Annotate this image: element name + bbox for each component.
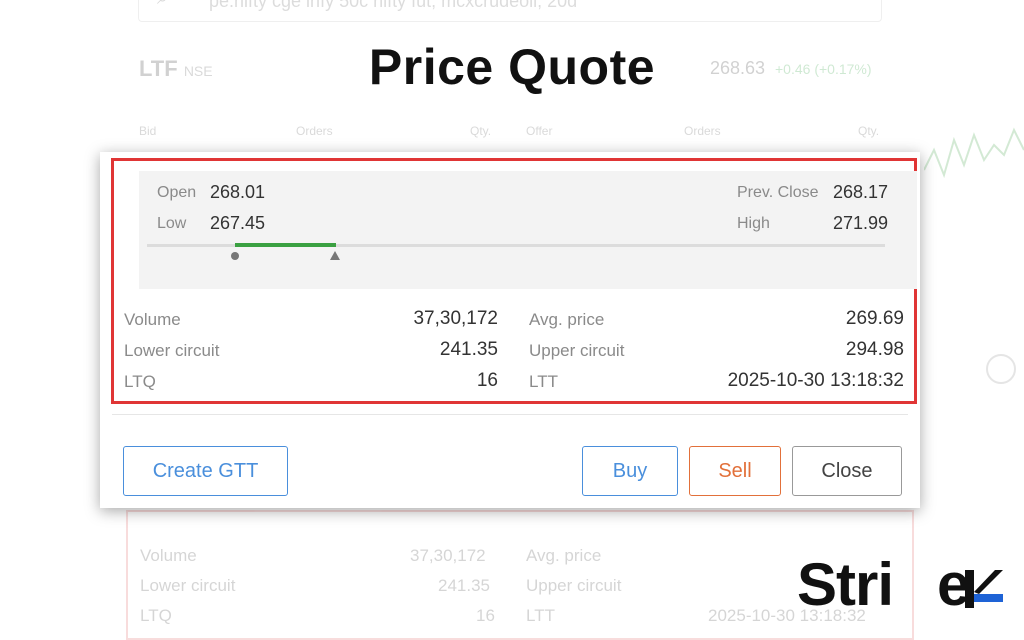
divider [112,414,908,415]
lower-circuit-label: Lower circuit [124,341,220,360]
ltt-label: LTT [529,372,558,391]
avg-price-label: Avg. price [529,310,605,329]
bg-depth-header: Orders [684,124,721,138]
bg-depth-header: Offer [526,124,553,138]
strike-k-icon [965,570,1003,608]
ltq-value: 16 [476,370,498,391]
ghost-label: Lower circuit [140,576,236,595]
bg-depth-header: Orders [296,124,333,138]
ghost-label: LTQ [140,606,172,625]
bg-depth-header: Bid [139,124,157,138]
bg-mini-chart [924,127,1024,179]
strike-logo: Stri e [797,552,1003,618]
ghost-value: 16 [476,606,495,625]
open-marker [231,252,239,260]
high-label: High [737,215,770,232]
high-value: 271.99 [833,213,889,233]
low-value: 267.45 [210,213,266,233]
open-value: 268.01 [210,182,266,202]
page-title: Price Quote [368,39,656,95]
ltq-label: LTQ [124,372,156,391]
upper-circuit-value: 294.98 [845,339,904,360]
low-label: Low [157,215,187,232]
ghost-value: 241.35 [438,576,490,595]
bg-ghost-stats: Volume 37,30,172 Avg. price Lower circui… [126,510,914,640]
create-gtt-button[interactable]: Create GTT [123,446,288,496]
buy-button[interactable]: Buy [582,446,678,496]
prev-close-label: Prev. Close [737,184,819,201]
bg-watchlist [0,0,110,640]
upper-circuit-label: Upper circuit [529,341,625,360]
ghost-label: Avg. price [526,546,602,565]
price-quote-modal: Open 268.01 Low 267.45 Prev. Close 268.1… [100,152,920,508]
bg-circle-icon [986,354,1016,384]
bg-search-bar: ⌕ pe.nifty cge infy 50c nifty fut, mcxcr… [138,0,882,22]
highlight-box: Open 268.01 Low 267.45 Prev. Close 268.1… [111,158,917,404]
bg-depth-header: Qty. [858,124,880,138]
sell-button[interactable]: Sell [689,446,781,496]
ltp-marker [330,251,340,260]
ghost-label: LTT [526,606,555,625]
day-range-panel: Open 268.01 Low 267.45 Prev. Close 268.1… [139,171,917,289]
prev-close-value: 268.17 [833,182,889,202]
lower-circuit-value: 241.35 [439,339,498,360]
bg-depth-header: Qty. [470,124,492,138]
bg-search-placeholder: pe.nifty cge infy 50c nifty fut, mcxcrud… [209,0,578,11]
search-icon: ⌕ [157,0,168,10]
range-fill [235,243,336,247]
volume-value: 37,30,172 [413,308,498,329]
ltt-value: 2025-10-30 13:18:32 [727,370,904,391]
ghost-label: Volume [140,546,197,565]
close-button[interactable]: Close [792,446,902,496]
volume-label: Volume [124,310,181,329]
ghost-value: 37,30,172 [410,546,486,565]
open-label: Open [157,184,197,201]
avg-price-value: 269.69 [845,308,904,329]
ghost-label: Upper circuit [526,576,622,595]
